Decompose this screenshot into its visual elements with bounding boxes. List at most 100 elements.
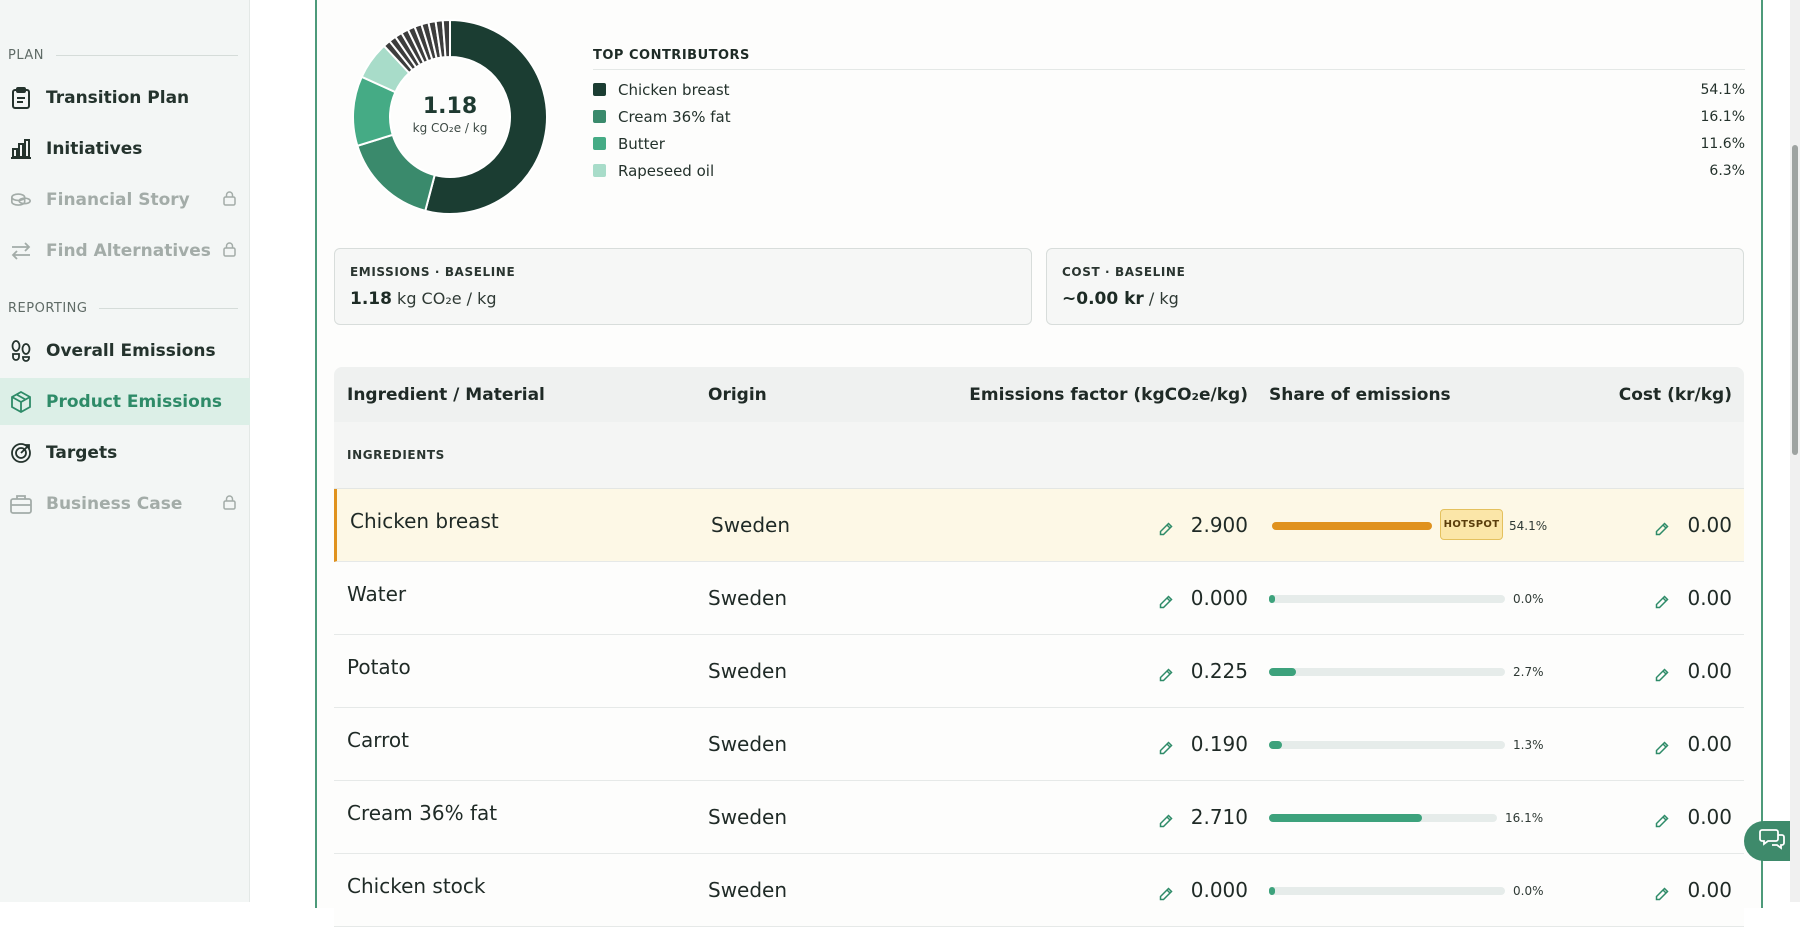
- cost-value[interactable]: 0.00: [1687, 805, 1732, 829]
- share-bar-fill: [1272, 522, 1432, 530]
- ingredients-table: Ingredient / Material Origin Emissions f…: [334, 367, 1744, 927]
- header-origin[interactable]: Origin: [708, 385, 767, 405]
- table-row[interactable]: Water Sweden 0.000 0.0% 0.00: [334, 562, 1744, 635]
- header-ingredient[interactable]: Ingredient / Material: [347, 385, 545, 405]
- contributor-row: Cream 36% fat 16.1%: [593, 103, 1745, 130]
- ingredient-origin: Sweden: [708, 805, 788, 829]
- table-row[interactable]: Cream 36% fat Sweden 2.710 16.1% 0.00: [334, 781, 1744, 854]
- table-row[interactable]: Chicken breast Sweden 2.900 HOTSPOT 54.1…: [334, 489, 1744, 562]
- cost-value[interactable]: 0.00: [1687, 659, 1732, 683]
- cost-cell: 0.00: [1655, 732, 1732, 756]
- header-cost[interactable]: Cost (kr/kg): [1619, 385, 1732, 405]
- cost-cell: 0.00: [1655, 805, 1732, 829]
- ingredient-name: Chicken stock: [347, 874, 486, 898]
- legend-swatch: [593, 110, 606, 123]
- cost-cell: 0.00: [1655, 659, 1732, 683]
- reporting-section-label: REPORTING: [8, 301, 238, 316]
- card-value: 1.18 kg CO₂e / kg: [350, 289, 1016, 309]
- sidebar-item-targets[interactable]: Targets: [0, 429, 250, 476]
- donut-slice[interactable]: [356, 133, 436, 213]
- emissions-factor-value[interactable]: 2.710: [1191, 805, 1248, 829]
- ingredients-group-header: INGREDIENTS: [334, 422, 1744, 489]
- lock-icon: [223, 495, 236, 515]
- sidebar-item-overall-emissions[interactable]: Overall Emissions: [0, 327, 250, 374]
- ingredient-origin: Sweden: [708, 659, 788, 683]
- cost-value[interactable]: 0.00: [1687, 732, 1732, 756]
- scroll-thumb[interactable]: [1792, 145, 1798, 455]
- top-contributors-title: TOP CONTRIBUTORS: [593, 48, 1745, 70]
- sidebar-item-product-emissions[interactable]: Product Emissions: [0, 378, 250, 425]
- sidebar: PLAN Transition Plan Initiatives Financi…: [0, 0, 250, 902]
- edit-pencil-icon[interactable]: [1159, 736, 1175, 755]
- emissions-factor-value[interactable]: 0.225: [1191, 659, 1248, 683]
- share-bar: [1269, 814, 1497, 822]
- share-bar-fill: [1269, 814, 1422, 822]
- table-row[interactable]: Carrot Sweden 0.190 1.3% 0.00: [334, 708, 1744, 781]
- box-icon: [10, 390, 32, 413]
- card-title: EMISSIONS · BASELINE: [350, 265, 516, 279]
- edit-pencil-icon[interactable]: [1159, 882, 1175, 901]
- emissions-factor-value[interactable]: 0.000: [1191, 586, 1248, 610]
- ingredient-origin: Sweden: [711, 513, 791, 537]
- sidebar-item-find-alternatives[interactable]: Find Alternatives: [0, 227, 250, 274]
- cost-value[interactable]: 0.00: [1687, 513, 1732, 537]
- plan-label: PLAN: [8, 48, 44, 63]
- edit-pencil-icon[interactable]: [1159, 590, 1175, 609]
- sidebar-item-label: Business Case: [46, 493, 183, 514]
- edit-pencil-icon[interactable]: [1655, 809, 1671, 828]
- share-bar-fill: [1269, 887, 1275, 895]
- edit-pencil-icon[interactable]: [1655, 882, 1671, 901]
- table-row[interactable]: Chicken stock Sweden 0.000 0.0% 0.00: [334, 854, 1744, 927]
- emissions-factor-cell: 0.225: [1159, 659, 1248, 683]
- edit-pencil-icon[interactable]: [1159, 517, 1175, 536]
- emissions-factor-cell: 2.900: [1159, 513, 1248, 537]
- ingredient-origin: Sweden: [708, 586, 788, 610]
- sidebar-item-business-case[interactable]: Business Case: [0, 480, 250, 527]
- plan-section-label: PLAN: [8, 48, 238, 63]
- footprints-icon: [10, 339, 32, 362]
- table-header: Ingredient / Material Origin Emissions f…: [334, 367, 1744, 422]
- share-bar: [1269, 887, 1505, 895]
- contributor-row: Rapeseed oil 6.3%: [593, 157, 1745, 184]
- ingredient-origin: Sweden: [708, 732, 788, 756]
- sidebar-item-label: Transition Plan: [46, 87, 190, 108]
- sidebar-item-label: Overall Emissions: [46, 340, 216, 361]
- sidebar-item-transition-plan[interactable]: Transition Plan: [0, 74, 250, 121]
- share-pct: 54.1%: [1509, 519, 1548, 533]
- cost-baseline-card: COST · BASELINE ~0.00 kr / kg: [1046, 248, 1744, 325]
- emissions-baseline-card: EMISSIONS · BASELINE 1.18 kg CO₂e / kg: [334, 248, 1032, 325]
- coins-icon: [10, 189, 32, 211]
- donut-value: 1.18: [422, 94, 478, 119]
- edit-pencil-icon[interactable]: [1159, 663, 1175, 682]
- table-row[interactable]: Potato Sweden 0.225 2.7% 0.00: [334, 635, 1744, 708]
- edit-pencil-icon[interactable]: [1655, 736, 1671, 755]
- legend-swatch: [593, 83, 606, 96]
- share-pct: 0.0%: [1513, 884, 1544, 898]
- ingredient-name: Cream 36% fat: [347, 801, 498, 825]
- header-share[interactable]: Share of emissions: [1269, 385, 1451, 405]
- share-bar-fill: [1269, 668, 1296, 676]
- ingredient-name: Carrot: [347, 728, 409, 752]
- scrollbar[interactable]: [1790, 0, 1800, 902]
- emissions-factor-value[interactable]: 0.190: [1191, 732, 1248, 756]
- header-emissions-factor[interactable]: Emissions factor (kgCO₂e/kg): [969, 385, 1248, 405]
- edit-pencil-icon[interactable]: [1655, 590, 1671, 609]
- cost-value[interactable]: 0.00: [1687, 878, 1732, 902]
- ingredient-name: Water: [347, 582, 407, 606]
- sidebar-item-initiatives[interactable]: Initiatives: [0, 125, 250, 172]
- edit-pencil-icon[interactable]: [1655, 517, 1671, 536]
- emissions-factor-value[interactable]: 0.000: [1191, 878, 1248, 902]
- cost-cell: 0.00: [1655, 513, 1732, 537]
- contributor-row: Butter 11.6%: [593, 130, 1745, 157]
- sidebar-item-financial-story[interactable]: Financial Story: [0, 176, 250, 223]
- contributor-pct: 6.3%: [1709, 162, 1745, 179]
- contributor-name: Cream 36% fat: [618, 107, 731, 126]
- edit-pencil-icon[interactable]: [1655, 663, 1671, 682]
- sidebar-item-label: Financial Story: [46, 189, 190, 210]
- edit-pencil-icon[interactable]: [1159, 809, 1175, 828]
- lock-icon: [223, 242, 236, 262]
- target-icon: [10, 442, 32, 464]
- emissions-factor-cell: 0.190: [1159, 732, 1248, 756]
- emissions-factor-value[interactable]: 2.900: [1191, 513, 1248, 537]
- cost-value[interactable]: 0.00: [1687, 586, 1732, 610]
